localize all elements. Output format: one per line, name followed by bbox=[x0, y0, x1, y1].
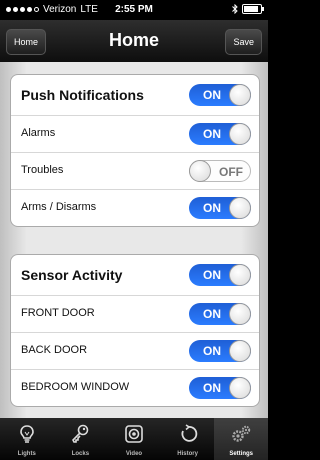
tab-label: Settings bbox=[229, 451, 253, 457]
arms-disarms-row: Arms / Disarms ON bbox=[11, 190, 259, 226]
tab-history[interactable]: History bbox=[161, 418, 215, 460]
front-door-toggle[interactable]: ON bbox=[189, 303, 251, 325]
tab-label: Video bbox=[125, 451, 143, 457]
gears-icon bbox=[232, 425, 251, 442]
status-right bbox=[232, 4, 264, 14]
nav-bar: Home Home Save bbox=[0, 20, 268, 63]
toggle-knob bbox=[229, 123, 251, 145]
toggle-knob bbox=[189, 160, 211, 182]
sensor-activity-toggle[interactable]: ON bbox=[189, 264, 251, 286]
sensor-activity-group: Sensor Activity ON FRONT DOOR ON BACK DO… bbox=[10, 254, 260, 407]
toggle-knob bbox=[229, 340, 251, 362]
toggle-state: ON bbox=[203, 268, 221, 282]
tab-label: History bbox=[177, 451, 198, 457]
tab-lights[interactable]: Lights bbox=[0, 418, 54, 460]
settings-content[interactable]: Push Notifications ON Alarms ON Troubles… bbox=[0, 62, 268, 418]
alarms-row: Alarms ON bbox=[11, 116, 259, 153]
status-bar: Verizon LTE 2:55 PM bbox=[0, 0, 268, 20]
app-screen: Verizon LTE 2:55 PM Home Home Save Push … bbox=[0, 0, 268, 460]
toggle-state: ON bbox=[203, 307, 221, 321]
battery-icon bbox=[242, 4, 264, 14]
toggle-state: ON bbox=[203, 344, 221, 358]
tab-video[interactable]: Video bbox=[107, 418, 161, 460]
toggle-knob bbox=[229, 303, 251, 325]
back-door-label: BACK DOOR bbox=[21, 344, 88, 356]
status-time: 2:55 PM bbox=[115, 4, 153, 15]
sensor-activity-row: Sensor Activity ON bbox=[11, 255, 259, 296]
alarms-toggle[interactable]: ON bbox=[189, 123, 251, 145]
lightbulb-icon bbox=[19, 425, 34, 443]
front-door-row: FRONT DOOR ON bbox=[11, 296, 259, 333]
tab-label: Locks bbox=[71, 451, 90, 457]
bluetooth-icon bbox=[232, 4, 238, 14]
key-icon bbox=[72, 424, 89, 443]
arms-disarms-label: Arms / Disarms bbox=[21, 201, 97, 213]
troubles-label: Troubles bbox=[21, 164, 64, 176]
push-notifications-toggle[interactable]: ON bbox=[189, 84, 251, 106]
tab-label: Lights bbox=[17, 451, 36, 457]
sensor-activity-label: Sensor Activity bbox=[21, 267, 123, 283]
push-notifications-group: Push Notifications ON Alarms ON Troubles… bbox=[10, 74, 260, 227]
toggle-state: OFF bbox=[219, 165, 243, 179]
toggle-state: ON bbox=[203, 381, 221, 395]
toggle-state: ON bbox=[203, 201, 221, 215]
toggle-knob bbox=[229, 377, 251, 399]
troubles-toggle[interactable]: OFF bbox=[189, 160, 251, 182]
tab-bar: Lights Locks Video History Settings bbox=[0, 418, 268, 460]
back-door-toggle[interactable]: ON bbox=[189, 340, 251, 362]
tab-settings[interactable]: Settings bbox=[214, 418, 268, 460]
push-notifications-label: Push Notifications bbox=[21, 87, 144, 103]
front-door-label: FRONT DOOR bbox=[21, 307, 95, 319]
save-button[interactable]: Save bbox=[225, 29, 262, 55]
toggle-knob bbox=[229, 197, 251, 219]
toggle-knob bbox=[229, 264, 251, 286]
troubles-row: Troubles OFF bbox=[11, 153, 259, 190]
back-door-row: BACK DOOR ON bbox=[11, 333, 259, 370]
toggle-knob bbox=[229, 84, 251, 106]
alarms-label: Alarms bbox=[21, 127, 56, 139]
camera-icon bbox=[125, 425, 143, 443]
tab-locks[interactable]: Locks bbox=[54, 418, 108, 460]
bedroom-window-row: BEDROOM WINDOW ON bbox=[11, 370, 259, 406]
toggle-state: ON bbox=[203, 127, 221, 141]
bedroom-window-toggle[interactable]: ON bbox=[189, 377, 251, 399]
bedroom-window-label: BEDROOM WINDOW bbox=[21, 381, 130, 393]
toggle-state: ON bbox=[203, 88, 221, 102]
arms-disarms-toggle[interactable]: ON bbox=[189, 197, 251, 219]
push-notifications-row: Push Notifications ON bbox=[11, 75, 259, 116]
history-icon bbox=[181, 424, 197, 442]
